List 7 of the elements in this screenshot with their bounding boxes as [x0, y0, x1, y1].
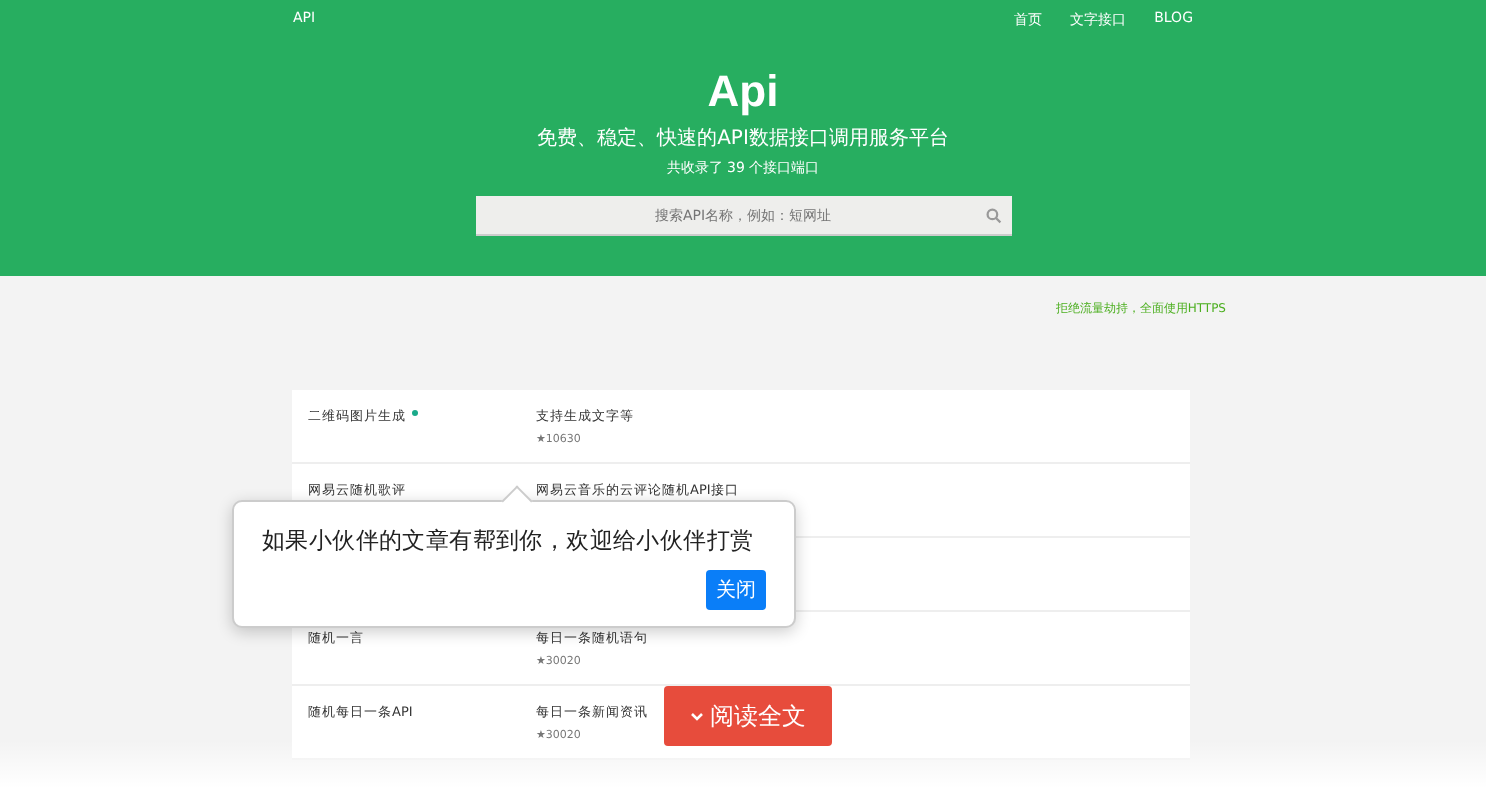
popup-message: 如果小伙伴的文章有帮到你，欢迎给小伙伴打赏: [262, 526, 756, 556]
close-button[interactable]: 关闭: [706, 570, 766, 610]
search-icon[interactable]: [985, 208, 1001, 224]
chevron-down-icon: [690, 711, 704, 721]
read-more-button[interactable]: 阅读全文: [664, 686, 832, 746]
site-subtitle: 免费、稳定、快速的API数据接口调用服务平台: [537, 125, 949, 152]
site-title: Api: [707, 66, 779, 118]
